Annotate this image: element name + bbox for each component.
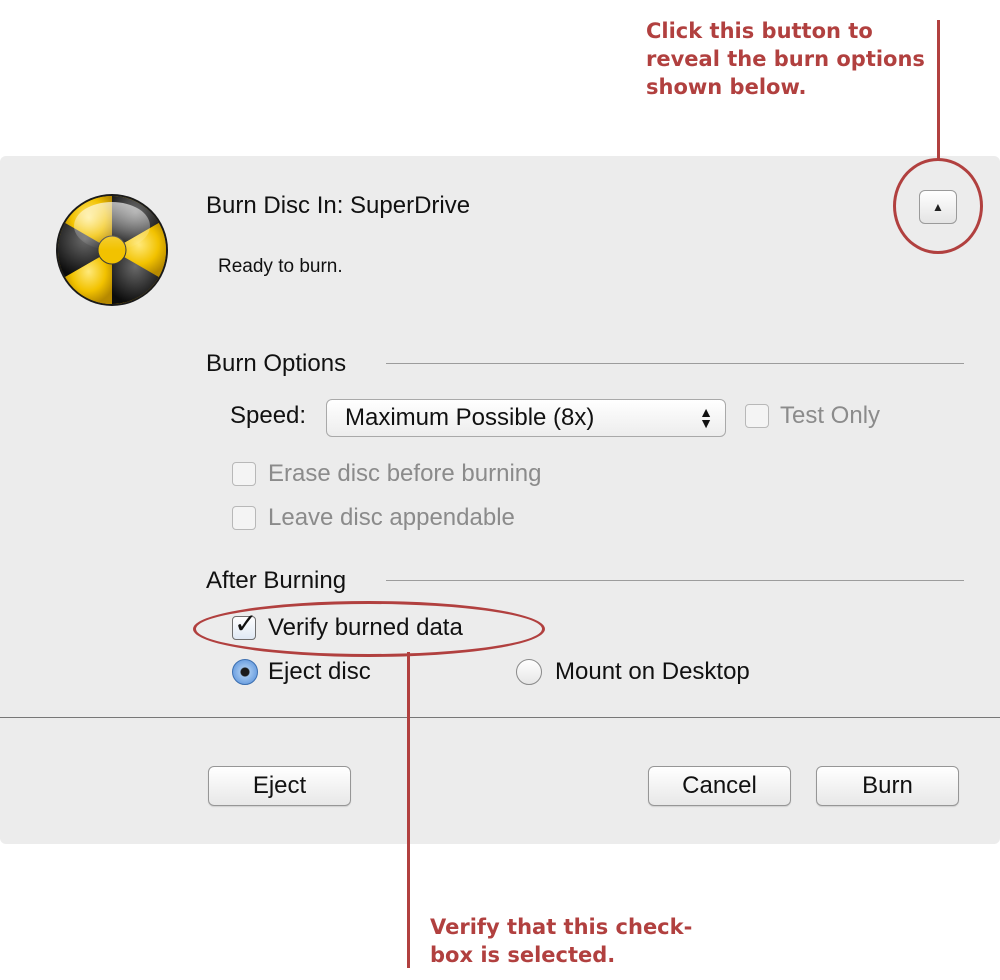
burn-options-divider — [386, 363, 964, 364]
leave-appendable-label: Leave disc appendable — [268, 504, 515, 531]
annotation-reveal-options: Click this button to reveal the burn opt… — [646, 19, 925, 99]
callout-line-bottom — [407, 652, 410, 968]
mount-on-desktop-label: Mount on Desktop — [555, 658, 750, 685]
callout-circle-disclosure — [893, 158, 983, 254]
callout-ellipse-verify — [193, 601, 545, 657]
mount-on-desktop-radio[interactable] — [516, 659, 542, 685]
leave-appendable-checkbox[interactable] — [232, 506, 256, 530]
test-only-checkbox[interactable] — [745, 404, 769, 428]
test-only-label: Test Only — [780, 402, 881, 429]
eject-disc-label: Eject disc — [268, 658, 371, 685]
up-down-arrows-icon: ▲ ▼ — [699, 404, 713, 431]
eject-button[interactable]: Eject — [208, 766, 351, 806]
eject-disc-radio[interactable] — [232, 659, 258, 685]
erase-disc-label: Erase disc before burning — [268, 460, 542, 487]
after-burning-divider — [386, 580, 964, 581]
speed-select[interactable]: Maximum Possible (8x) ▲ ▼ — [326, 399, 726, 437]
status-text: Ready to burn. — [218, 256, 343, 277]
burn-button[interactable]: Burn — [816, 766, 959, 806]
erase-disc-checkbox[interactable] — [232, 462, 256, 486]
after-burning-heading: After Burning — [206, 567, 347, 594]
annotation-verify-checkbox: Verify that this check- box is selected. — [430, 915, 693, 967]
footer-divider — [0, 717, 1000, 718]
burn-disc-in-title: Burn Disc In: SuperDrive — [206, 192, 471, 219]
radiation-burn-icon — [56, 194, 168, 306]
cancel-button[interactable]: Cancel — [648, 766, 791, 806]
burn-dialog: Burn Disc In: SuperDrive Ready to burn. … — [0, 156, 1000, 844]
callout-line-top — [937, 20, 940, 160]
speed-select-value: Maximum Possible (8x) — [345, 404, 595, 431]
burn-options-heading: Burn Options — [206, 350, 347, 377]
speed-label: Speed: — [230, 402, 307, 429]
